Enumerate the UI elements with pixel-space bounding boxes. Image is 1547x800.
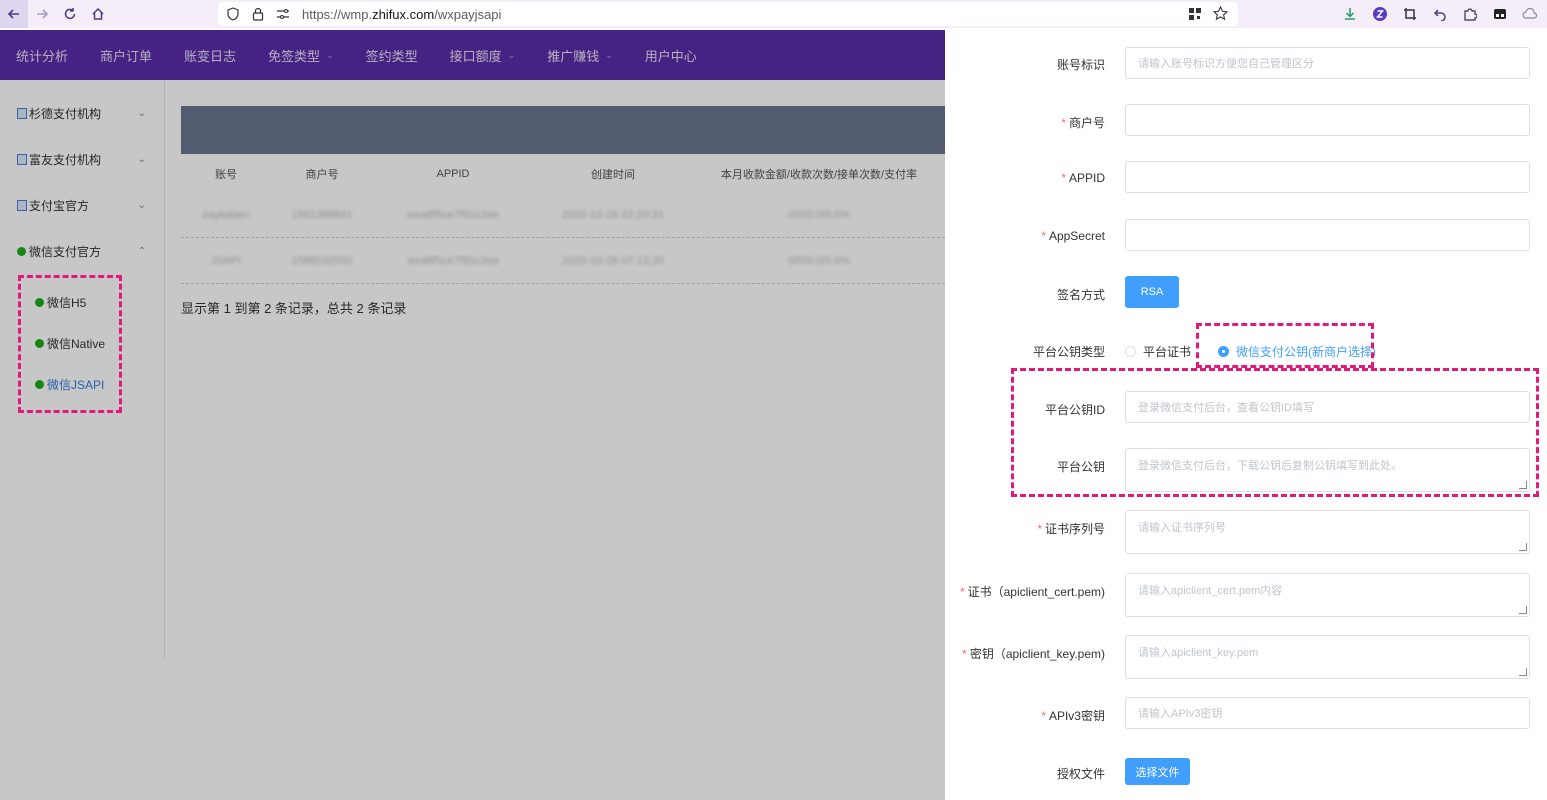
- appid-input[interactable]: [1125, 161, 1530, 193]
- key-textarea[interactable]: 请输入apiclient_key.pem: [1125, 635, 1530, 679]
- serial-label: 证书序列号: [1044, 522, 1105, 536]
- pubkey-type-label: 平台公钥类型: [1032, 345, 1105, 359]
- required-mark: *: [1061, 116, 1066, 130]
- rsa-button[interactable]: RSA: [1125, 276, 1179, 308]
- crop-icon[interactable]: [1401, 5, 1419, 23]
- placeholder: 请输入证书序列号: [1138, 522, 1226, 534]
- back-button[interactable]: [0, 0, 28, 28]
- address-bar[interactable]: https://wmp.zhifux.com/wxpayjsapi: [218, 2, 1238, 26]
- forward-arrow-icon: [37, 9, 49, 19]
- url-text: https://wmp.zhifux.com/wxpayjsapi: [302, 6, 502, 22]
- apiv3-label-wrap: * APIv3密钥: [945, 707, 1115, 724]
- profile-z-icon[interactable]: [1371, 5, 1389, 23]
- browser-toolbar: https://wmp.zhifux.com/wxpayjsapi: [0, 0, 1547, 28]
- serial-textarea[interactable]: 请输入证书序列号: [1125, 510, 1530, 554]
- appid-label: APPID: [1068, 171, 1105, 185]
- merchant-label-wrap: * 商户号: [945, 114, 1115, 131]
- required-mark: *: [1041, 229, 1046, 243]
- extensions-puzzle-icon[interactable]: [1461, 5, 1479, 23]
- merchant-label: 商户号: [1068, 116, 1105, 130]
- home-button[interactable]: [84, 0, 112, 28]
- toolbar-extensions: [1341, 0, 1539, 28]
- choose-file-button[interactable]: 选择文件: [1125, 758, 1190, 785]
- reload-icon: [64, 8, 76, 20]
- cert-label: 证书（apiclient_cert.pem): [967, 585, 1105, 599]
- qr-code-icon[interactable]: [1188, 7, 1202, 26]
- container-icon[interactable]: [1491, 5, 1509, 23]
- undo-icon[interactable]: [1431, 5, 1449, 23]
- required-mark: *: [1037, 522, 1042, 536]
- highlight-box-radio: [1196, 323, 1374, 368]
- download-icon[interactable]: [1341, 5, 1359, 23]
- placeholder: 请输入apiclient_key.pem: [1138, 647, 1259, 659]
- form-row-auth-file: 授权文件: [945, 765, 1547, 782]
- modal-backdrop[interactable]: [0, 30, 945, 800]
- serial-label-wrap: * 证书序列号: [945, 520, 1115, 537]
- bookmark-star-icon[interactable]: [1212, 5, 1229, 26]
- back-arrow-icon: [7, 9, 19, 19]
- sign-label: 签名方式: [1056, 288, 1105, 302]
- resize-handle[interactable]: [1519, 668, 1527, 676]
- reload-button[interactable]: [56, 0, 84, 28]
- site-permissions-icon: [277, 9, 289, 19]
- resize-handle[interactable]: [1519, 606, 1527, 614]
- merchant-id-input[interactable]: [1125, 104, 1530, 136]
- radio-label: 平台证书: [1143, 345, 1192, 359]
- apiv3-label: APIv3密钥: [1048, 709, 1105, 723]
- required-mark: *: [1041, 709, 1046, 723]
- required-mark: *: [1061, 171, 1066, 185]
- forward-button[interactable]: [28, 0, 56, 28]
- account-input[interactable]: 请输入账号标识方便您自己管理区分: [1125, 47, 1530, 79]
- appsecret-label-wrap: * AppSecret: [945, 229, 1115, 243]
- shield-icon: [227, 7, 239, 21]
- placeholder: 请输入apiclient_cert.pem内容: [1138, 585, 1283, 597]
- required-mark: *: [962, 647, 967, 661]
- apiv3-input[interactable]: 请输入APIv3密钥: [1125, 697, 1530, 729]
- required-mark: *: [959, 585, 965, 599]
- key-label-wrap: * 密钥（apiclient_key.pem): [945, 645, 1115, 662]
- cert-label-wrap: * 证书（apiclient_cert.pem): [945, 583, 1115, 600]
- highlight-box-sidebar: [18, 275, 122, 413]
- appid-label-wrap: * APPID: [945, 171, 1115, 185]
- appsecret-label: AppSecret: [1048, 229, 1105, 243]
- home-icon: [92, 7, 104, 20]
- appsecret-input[interactable]: [1125, 219, 1530, 251]
- cert-textarea[interactable]: 请输入apiclient_cert.pem内容: [1125, 573, 1530, 617]
- key-label: 密钥（apiclient_key.pem): [969, 647, 1105, 661]
- lock-icon: [252, 7, 264, 21]
- highlight-box-pubkey-fields: [1011, 368, 1539, 497]
- radio-circle: [1125, 346, 1136, 357]
- radio-platform-cert[interactable]: 平台证书: [1125, 343, 1191, 360]
- cloud-sync-icon[interactable]: [1521, 5, 1539, 23]
- form-row-sign: 签名方式: [945, 286, 1547, 303]
- resize-handle[interactable]: [1519, 543, 1527, 551]
- auth-file-label: 授权文件: [1056, 767, 1105, 781]
- account-label: 账号标识: [1056, 58, 1105, 72]
